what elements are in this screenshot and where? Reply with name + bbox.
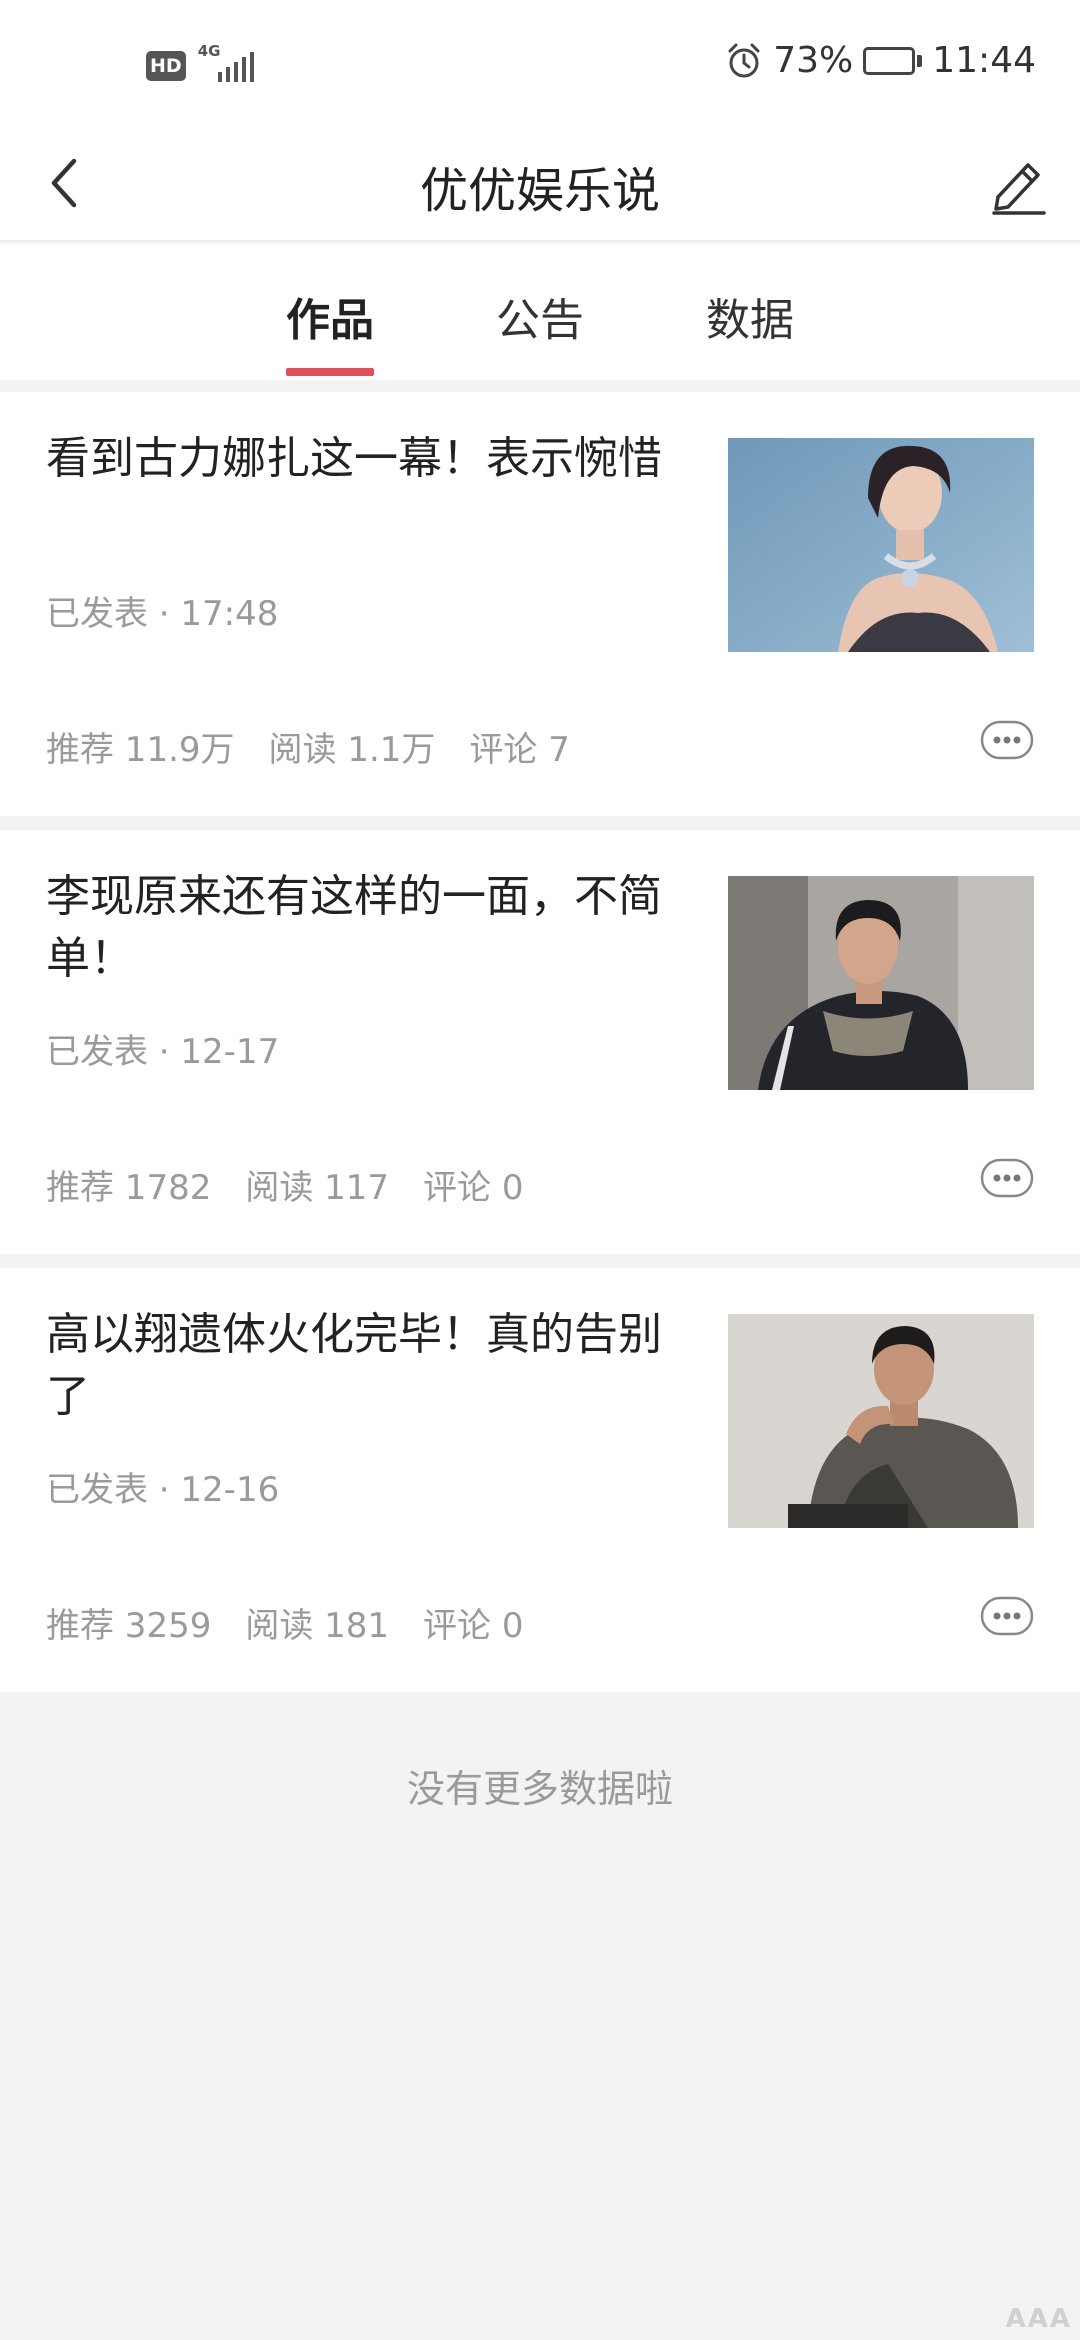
end-of-list-text: 没有更多数据啦: [406, 1767, 673, 1811]
article-stats: 推荐 1782 阅读 117 评论 0: [46, 1160, 524, 1209]
article-list: 看到古力娜扎这一幕！表示惋惜 已发表 · 17:48 推荐 11.9万 阅读 1…: [0, 392, 1080, 1706]
stat-comment: 评论 7: [469, 730, 570, 770]
article-publish-status: 已发表 · 12-16: [46, 1470, 280, 1510]
hd-badge: HD: [146, 51, 186, 81]
signal-icon: 4G: [198, 42, 256, 86]
signal-bars-icon: [217, 52, 254, 82]
article-title[interactable]: 李现原来还有这样的一面，不简单！: [46, 866, 686, 990]
clock-time: 11:44: [932, 40, 1036, 81]
article-thumbnail[interactable]: [728, 438, 1034, 652]
article-title[interactable]: 看到古力娜扎这一幕！表示惋惜: [46, 428, 686, 490]
pencil-edit-icon: [992, 163, 1046, 215]
battery-icon: [863, 46, 923, 75]
edit-button[interactable]: [986, 151, 1052, 217]
article-card[interactable]: 高以翔遗体火化完毕！真的告别了 已发表 · 12-16 推荐 3259 阅读 1…: [0, 1268, 1080, 1692]
more-options-button[interactable]: [980, 720, 1034, 760]
article-card[interactable]: 看到古力娜扎这一幕！表示惋惜 已发表 · 17:48 推荐 11.9万 阅读 1…: [0, 392, 1080, 816]
tab-data[interactable]: 数据: [706, 284, 794, 348]
more-options-button[interactable]: [980, 1158, 1034, 1198]
more-dots-icon: [980, 1158, 1034, 1198]
stat-recommend: 推荐 1782: [46, 1168, 212, 1208]
battery-percent: 73%: [773, 40, 854, 81]
article-publish-status: 已发表 · 12-17: [46, 1032, 280, 1072]
stat-comment: 评论 0: [423, 1168, 524, 1208]
alarm-clock-icon: [728, 43, 760, 77]
stat-read: 阅读 1.1万: [268, 730, 436, 770]
tab-announcements[interactable]: 公告: [496, 284, 584, 348]
article-stats: 推荐 11.9万 阅读 1.1万 评论 7: [46, 722, 570, 771]
article-thumbnail[interactable]: [728, 1314, 1034, 1528]
more-options-button[interactable]: [980, 1596, 1034, 1636]
page-title: 优优娱乐说: [419, 163, 660, 219]
status-left: HD 4G: [146, 42, 256, 86]
status-bar: HD 4G 73% 11:44: [0, 0, 1080, 125]
stat-comment: 评论 0: [423, 1606, 524, 1646]
stat-read: 阅读 181: [245, 1606, 390, 1646]
tab-bar: 作品 公告 数据: [0, 244, 1080, 380]
stat-recommend: 推荐 11.9万: [46, 730, 235, 770]
more-dots-icon: [980, 720, 1034, 760]
stat-recommend: 推荐 3259: [46, 1606, 212, 1646]
article-thumbnail[interactable]: [728, 876, 1034, 1090]
top-nav-bar: 优优娱乐说: [0, 125, 1080, 242]
article-publish-status: 已发表 · 17:48: [46, 594, 279, 634]
more-dots-icon: [980, 1596, 1034, 1636]
stat-read: 阅读 117: [245, 1168, 390, 1208]
article-card[interactable]: 李现原来还有这样的一面，不简单！ 已发表 · 12-17 推荐 1782 阅读 …: [0, 830, 1080, 1254]
tab-works[interactable]: 作品: [286, 284, 374, 348]
watermark-logo: AAA: [1005, 2304, 1072, 2334]
article-stats: 推荐 3259 阅读 181 评论 0: [46, 1598, 524, 1647]
status-right: 73% 11:44: [725, 40, 1036, 81]
active-tab-indicator: [286, 368, 374, 376]
article-title[interactable]: 高以翔遗体火化完毕！真的告别了: [46, 1304, 686, 1428]
